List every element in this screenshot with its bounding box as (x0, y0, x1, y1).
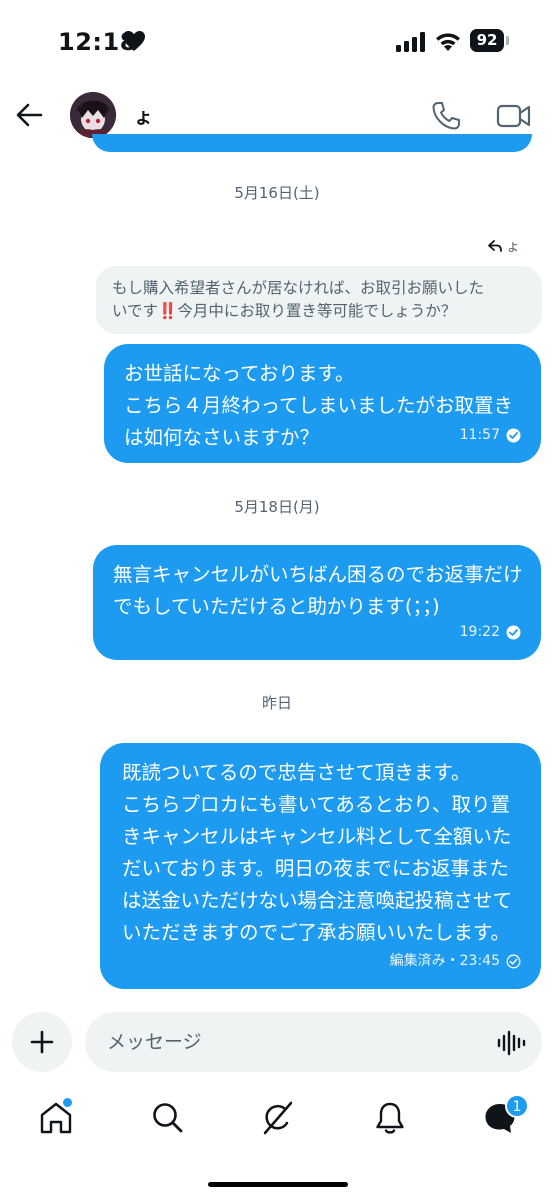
video-icon[interactable] (496, 102, 532, 130)
composer (0, 1008, 554, 1074)
back-arrow-icon[interactable] (14, 100, 44, 130)
reply-to-name: ょ (506, 239, 520, 255)
wifi-icon (436, 33, 460, 51)
battery-level: 92 (476, 31, 498, 49)
read-check-icon (506, 625, 521, 639)
message-edited-time: 編集済み・23:45 (389, 953, 500, 969)
previous-message-bubble (92, 134, 532, 152)
status-bar: 12:18 92 (0, 0, 554, 84)
message-text: 無言キャンセルがいちばん困るのでお返事だけでもしていただけると助かります(；；) (113, 563, 523, 618)
message-text: 既読ついてるので忠告させて頂きます。 こちらプロカにも書いてあるとおり、取り置き… (122, 761, 513, 944)
message-input[interactable] (85, 1012, 542, 1072)
battery-icon: 92 (470, 29, 504, 52)
quoted-message[interactable]: もし購入希望者さんが居なければ、お取引お願いした いです‼️今月中にお取り置き等… (96, 266, 542, 334)
voice-icon[interactable] (496, 1030, 526, 1056)
sent-check-icon (506, 954, 521, 968)
date-separator: 昨日 (261, 694, 292, 712)
message-bubble[interactable]: 既読ついてるので忠告させて頂きます。 こちらプロカにも書いてあるとおり、取り置き… (100, 743, 541, 989)
signal-icon (396, 32, 425, 52)
avatar[interactable] (70, 92, 116, 138)
message-time: 19:22 (459, 624, 500, 640)
notifications-icon[interactable] (370, 1098, 410, 1138)
quoted-line-2: いです‼️今月中にお取り置き等可能でしょうか？ (112, 300, 526, 323)
home-indicator (208, 1182, 348, 1187)
message-time: 11:57 (459, 427, 500, 443)
quoted-line-2-pre: いです (112, 302, 159, 320)
grok-icon[interactable] (258, 1098, 298, 1138)
battery-cap (506, 36, 509, 45)
message-bubble[interactable]: お世話になっております。 こちら４月終わってしまいましたがお取置きは如何なさいま… (104, 344, 541, 463)
heart-icon (123, 31, 145, 51)
plus-icon (30, 1030, 54, 1054)
messages-badge: 1 (505, 1094, 529, 1118)
message-bubble[interactable]: 無言キャンセルがいちばん困るのでお返事だけでもしていただけると助かります(；；)… (93, 545, 541, 660)
search-icon[interactable] (148, 1098, 188, 1138)
bottom-nav (0, 1084, 554, 1154)
home-notification-dot (63, 1098, 72, 1107)
add-media-button[interactable] (12, 1012, 72, 1072)
double-exclamation-icon: ‼️ (158, 302, 178, 320)
message-meta: 19:22 (460, 616, 521, 648)
date-separator: 5月16日(土) (234, 184, 320, 202)
date-separator: 5月18日(月) (234, 498, 320, 516)
quoted-line-2-post: 今月中にお取り置き等可能でしょうか？ (177, 302, 457, 320)
reply-indicator: ょ (488, 236, 520, 256)
quoted-line-1: もし購入希望者さんが居なければ、お取引お願いした (112, 279, 485, 297)
contact-name[interactable]: ょ (134, 102, 153, 129)
message-meta: 11:57 (460, 419, 521, 451)
reply-arrow-icon (488, 240, 502, 252)
avatar-image (70, 92, 116, 138)
read-check-icon (506, 428, 521, 442)
message-meta: 編集済み・23:45 (390, 945, 521, 977)
phone-icon[interactable] (430, 100, 462, 132)
